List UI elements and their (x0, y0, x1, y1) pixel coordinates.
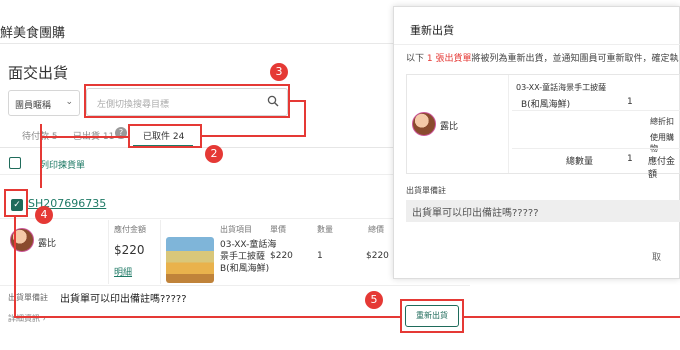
dialog-description: 以下 1 張出貨單將被列為重新出貨，並通知團員可重新取件，確定執 (406, 51, 679, 64)
divider (0, 285, 470, 286)
col-header-qty: 數量 (317, 225, 333, 234)
divider (508, 75, 509, 173)
page-title: 面交出貨 (8, 64, 69, 82)
customer-name: 露比 (38, 239, 57, 249)
search-target-select[interactable]: 團員暱稱 ⌄ (8, 90, 80, 116)
desc-suffix: 將被列為重新出貨，並通知團員可重新取件，確定執 (471, 54, 679, 64)
product-image (166, 237, 214, 283)
step-5-marker: 5 (365, 291, 383, 309)
annotation-box-search (84, 84, 290, 118)
annotation-line (14, 316, 400, 318)
select-all-checkbox[interactable] (9, 157, 21, 169)
annotation-box-reship (400, 299, 464, 333)
avatar (412, 112, 436, 136)
annotation-line (304, 100, 306, 137)
annotation-line (464, 316, 680, 318)
credit-label: 使用購物 (650, 133, 674, 153)
total-qty-label: 總數量 (566, 157, 594, 167)
print-picklist-link[interactable]: 列印揀貨單 (40, 158, 85, 171)
app-title: 鮮美食團購 (0, 26, 66, 41)
dialog-title: 重新出貨 (410, 24, 454, 37)
step-4-marker: 4 (35, 206, 53, 224)
step-3-marker: 3 (270, 63, 288, 81)
chevron-down-icon: ⌄ (65, 97, 73, 107)
total-qty-value: 1 (627, 154, 633, 164)
total-price: $220 (366, 251, 389, 261)
dialog-item-qty: 1 (627, 97, 633, 107)
due-label: 應付金額 (648, 157, 676, 180)
col-header-price: 單價 (270, 225, 286, 234)
annotation-line (40, 124, 42, 188)
dialog-item-line2: B(和風海鮮) (521, 100, 571, 110)
annotation-box-tab (128, 124, 202, 148)
divider (108, 220, 109, 284)
unit-price: $220 (270, 251, 293, 261)
divider (512, 110, 680, 111)
desc-prefix: 以下 (406, 54, 425, 64)
annotation-box-checkbox (4, 189, 28, 217)
amount-value: $220 (114, 243, 145, 257)
details-link[interactable]: 明細 (114, 265, 132, 278)
select-value: 團員暱稱 (15, 101, 52, 111)
step-2-marker: 2 (205, 145, 223, 163)
desc-highlight: 1 張出貨單 (426, 54, 472, 64)
dialog-remark: 出貨單可以印出備註嗎????? (406, 200, 680, 222)
remark-text: 出貨單可以印出備註嗎????? (60, 294, 187, 305)
annotation-line (40, 136, 128, 138)
col-header-item: 出貨項目 (220, 225, 252, 234)
annotation-line (202, 135, 306, 137)
col-header-total: 總價 (368, 225, 384, 234)
annotation-line (14, 217, 16, 317)
divider (394, 44, 680, 45)
dialog-customer-name: 露比 (440, 122, 459, 132)
quantity: 1 (317, 251, 323, 261)
dialog-remark-label: 出貨單備註 (406, 186, 446, 195)
amount-header: 應付金額 (114, 225, 146, 234)
divider (512, 148, 680, 149)
dialog-item-line1: 03-XX-童話海景手工披薩 (516, 83, 607, 92)
divider (160, 220, 161, 284)
discount-label: 總折扣 (650, 117, 674, 126)
dialog-cancel-button[interactable]: 取 (652, 250, 661, 263)
